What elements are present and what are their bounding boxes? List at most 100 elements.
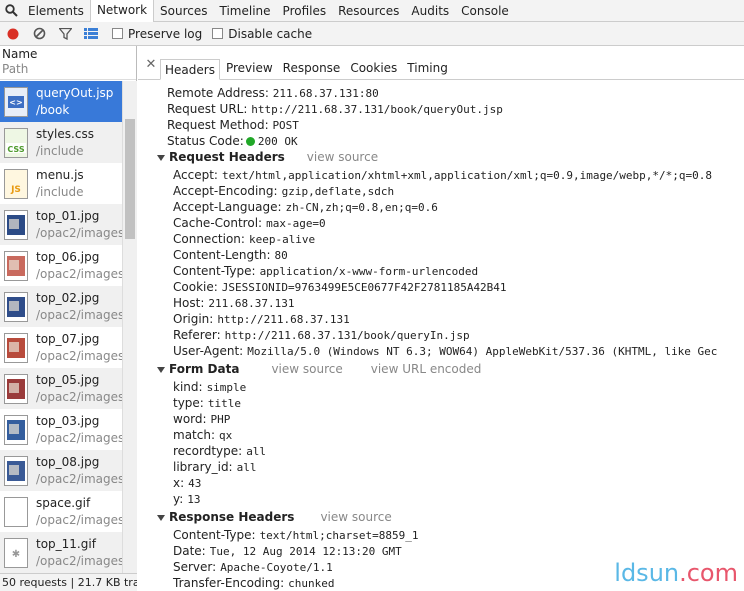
tab-response[interactable]: Response bbox=[279, 58, 345, 79]
header-value: text/html;charset=8859_1 bbox=[259, 529, 419, 542]
form-data-section[interactable]: Form Data view source view URL encoded bbox=[157, 361, 481, 377]
request-name: top_06.jpg bbox=[36, 249, 100, 264]
header-key: Request Method: bbox=[167, 118, 269, 132]
filter-icon[interactable] bbox=[52, 22, 78, 46]
header-value: POST bbox=[272, 119, 299, 132]
header-key: Referer: bbox=[173, 328, 221, 342]
request-row[interactable]: CSS styles.css/include bbox=[0, 122, 122, 163]
close-icon[interactable]: ✕ bbox=[142, 51, 160, 79]
request-row[interactable]: top_08.jpg/opac2/images bbox=[0, 450, 125, 491]
header-row: Origin: http://211.68.37.131 bbox=[173, 311, 350, 327]
request-text: top_07.jpg/opac2/images bbox=[36, 331, 124, 365]
record-icon[interactable] bbox=[0, 22, 26, 46]
header-key: x: bbox=[173, 476, 185, 490]
request-row[interactable]: ✱ top_11.gif/opac2/images bbox=[0, 532, 124, 573]
tab-headers[interactable]: Headers bbox=[160, 59, 220, 80]
request-row[interactable]: <> queryOut.jsp/book bbox=[0, 81, 122, 122]
request-row[interactable]: top_02.jpg/opac2/images bbox=[0, 286, 124, 327]
header-value: text/html,application/xhtml+xml,applicat… bbox=[221, 169, 713, 182]
header-key: Transfer-Encoding: bbox=[173, 576, 285, 590]
view-url-encoded-link[interactable]: view URL encoded bbox=[371, 362, 482, 376]
view-source-link[interactable]: view source bbox=[307, 150, 378, 164]
request-text: top_01.jpg/opac2/images bbox=[36, 208, 124, 242]
request-text: top_11.gif/opac2/images bbox=[36, 536, 124, 570]
devtools-tab-bar: Elements Network Sources Timeline Profil… bbox=[0, 0, 744, 22]
tab-audits[interactable]: Audits bbox=[405, 0, 455, 22]
header-row: Host: 211.68.37.131 bbox=[173, 295, 294, 311]
view-source-link[interactable]: view source bbox=[271, 362, 342, 376]
header-key: match: bbox=[173, 428, 215, 442]
request-row[interactable]: top_01.jpg/opac2/images bbox=[0, 204, 124, 245]
header-key: Accept-Language: bbox=[173, 200, 282, 214]
header-row: Referer: http://211.68.37.131/book/queryI… bbox=[173, 327, 470, 343]
tab-timeline[interactable]: Timeline bbox=[214, 0, 277, 22]
header-row: Transfer-Encoding: chunked bbox=[173, 575, 335, 591]
tab-preview[interactable]: Preview bbox=[222, 58, 277, 79]
image-thumbnail-icon bbox=[4, 209, 28, 240]
request-row[interactable]: space.gif/opac2/images bbox=[0, 491, 124, 532]
tab-resources[interactable]: Resources bbox=[332, 0, 405, 22]
header-value: zh-CN,zh;q=0.8,en;q=0.6 bbox=[285, 201, 438, 214]
header-row: Cache-Control: max-age=0 bbox=[173, 215, 326, 231]
svg-text:<>: <> bbox=[9, 98, 22, 107]
request-row[interactable]: top_03.jpg/opac2/images bbox=[0, 409, 124, 450]
preserve-log-checkbox[interactable]: Preserve log bbox=[112, 27, 202, 41]
header-key: Cookie: bbox=[173, 280, 218, 294]
header-key: Connection: bbox=[173, 232, 245, 246]
request-name: top_08.jpg bbox=[36, 454, 100, 469]
response-headers-section[interactable]: Response Headers view source bbox=[157, 509, 392, 525]
request-path: /opac2/images bbox=[36, 553, 125, 568]
tab-cookies[interactable]: Cookies bbox=[346, 58, 401, 79]
request-name: top_02.jpg bbox=[36, 290, 100, 305]
header-row: Accept: text/html,application/xhtml+xml,a… bbox=[173, 167, 712, 183]
header-row: library_id: all bbox=[173, 459, 256, 475]
tab-network[interactable]: Network bbox=[89, 0, 155, 22]
general-row: Request URL: http://211.68.37.131/book/q… bbox=[167, 101, 503, 117]
header-row: Content-Type: text/html;charset=8859_1 bbox=[173, 527, 419, 543]
tab-timing[interactable]: Timing bbox=[403, 58, 452, 79]
header-key: Remote Address: bbox=[167, 86, 269, 100]
header-key: recordtype: bbox=[173, 444, 243, 458]
tab-sources[interactable]: Sources bbox=[154, 0, 213, 22]
tab-profiles[interactable]: Profiles bbox=[277, 0, 333, 22]
image-thumbnail-icon bbox=[4, 455, 28, 486]
general-row: Request Method: POST bbox=[167, 117, 299, 133]
header-key: word: bbox=[173, 412, 207, 426]
request-path: /opac2/images bbox=[36, 471, 125, 486]
clear-icon[interactable] bbox=[26, 22, 52, 46]
request-row[interactable]: top_06.jpg/opac2/images bbox=[0, 245, 124, 286]
search-icon[interactable] bbox=[0, 0, 22, 22]
request-row[interactable]: top_05.jpg/opac2/images bbox=[0, 368, 124, 409]
request-headers-section[interactable]: Request Headers view source bbox=[157, 149, 378, 165]
request-row[interactable]: JS menu.js/include bbox=[0, 163, 122, 204]
expand-triangle-icon[interactable] bbox=[157, 154, 165, 161]
request-text: top_03.jpg/opac2/images bbox=[36, 413, 124, 447]
checkbox-box[interactable] bbox=[212, 28, 224, 39]
network-toolbar: Preserve log Disable cache bbox=[0, 22, 744, 46]
header-key: Request URL: bbox=[167, 102, 248, 116]
expand-triangle-icon[interactable] bbox=[157, 514, 165, 521]
header-key: Origin: bbox=[173, 312, 214, 326]
tab-console[interactable]: Console bbox=[455, 0, 515, 22]
request-list-header[interactable]: Name Path bbox=[0, 46, 136, 80]
section-title: Request Headers bbox=[169, 150, 285, 164]
header-key: Date: bbox=[173, 544, 206, 558]
request-list-scrollbar[interactable] bbox=[122, 81, 137, 591]
request-text: top_05.jpg/opac2/images bbox=[36, 372, 124, 406]
request-row[interactable]: top_07.jpg/opac2/images bbox=[0, 327, 124, 368]
header-row: Cookie: JSESSIONID=9763499E5CE0677F42F278… bbox=[173, 279, 507, 295]
header-value: max-age=0 bbox=[266, 217, 326, 230]
request-text: menu.js/include bbox=[36, 167, 84, 201]
scrollbar-thumb[interactable] bbox=[125, 119, 135, 239]
disable-cache-checkbox[interactable]: Disable cache bbox=[212, 27, 312, 41]
header-value: PHP bbox=[210, 413, 231, 426]
checkbox-box[interactable] bbox=[112, 28, 123, 39]
tab-elements[interactable]: Elements bbox=[22, 0, 90, 22]
header-key: Accept: bbox=[173, 168, 218, 182]
general-row: Remote Address: 211.68.37.131:80 bbox=[167, 85, 379, 101]
view-source-link[interactable]: view source bbox=[320, 510, 391, 524]
list-view-icon[interactable] bbox=[78, 22, 104, 46]
expand-triangle-icon[interactable] bbox=[157, 366, 165, 373]
name-column-header[interactable]: Name bbox=[2, 47, 134, 62]
request-path: /opac2/images bbox=[36, 430, 125, 445]
